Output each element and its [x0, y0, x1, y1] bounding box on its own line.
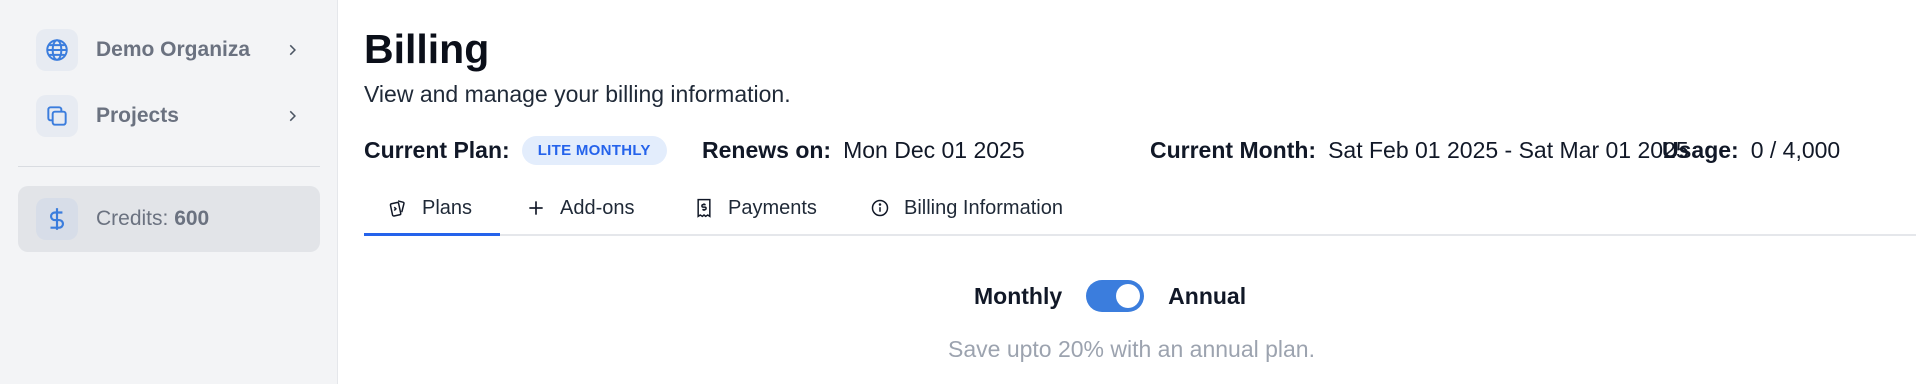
- toggle-label-monthly: Monthly: [974, 282, 1063, 309]
- plan-badge: LITE MONTHLY: [521, 135, 667, 165]
- dollar-icon: [36, 198, 78, 240]
- sidebar-item-projects[interactable]: Projects: [36, 94, 302, 138]
- plan-summary: Current Plan: LITE MONTHLY Renews on: Mo…: [364, 134, 1916, 166]
- current-month: Current Month: Sat Feb 01 2025 - Sat Mar…: [1150, 134, 1689, 166]
- page-title: Billing: [364, 26, 490, 72]
- current-plan-label: Current Plan:: [364, 136, 510, 163]
- current-month-value: Sat Feb 01 2025 - Sat Mar 01 2025: [1328, 136, 1689, 163]
- tab-label: Plans: [422, 196, 473, 219]
- chevron-right-icon: [282, 40, 302, 60]
- usage: Usage: 0 / 4,000: [1662, 134, 1840, 166]
- plus-icon: [529, 201, 543, 215]
- current-plan: Current Plan: LITE MONTHLY: [364, 134, 667, 166]
- copy-icon: [36, 95, 78, 137]
- sidebar-divider: [18, 166, 320, 167]
- receipt-icon: [697, 198, 711, 218]
- tab-label: Payments: [728, 196, 817, 219]
- globe-icon: [36, 29, 78, 71]
- billing-tabs: Plans Add-ons Payments Billing Informati…: [364, 182, 1916, 236]
- info-icon: [871, 199, 889, 217]
- tab-add-ons[interactable]: Add-ons: [526, 182, 635, 234]
- page-subtitle: View and manage your billing information…: [364, 81, 791, 107]
- tab-billing-information[interactable]: Billing Information: [870, 182, 1063, 234]
- billing-period-toggle: Monthly Annual: [974, 278, 1246, 314]
- sidebar-item-label: Demo Organiza: [96, 38, 251, 61]
- credits-text: Credits: 600: [96, 207, 209, 231]
- chevron-right-icon: [282, 106, 302, 126]
- renews-label: Renews on:: [702, 136, 832, 163]
- cards-icon: [389, 200, 405, 217]
- annual-savings-note: Save upto 20% with an annual plan.: [948, 336, 1315, 362]
- sidebar-item-organization[interactable]: Demo Organiza: [36, 28, 302, 72]
- credits-value: 600: [174, 207, 210, 230]
- usage-label: Usage:: [1662, 136, 1739, 163]
- tab-plans[interactable]: Plans: [364, 182, 500, 236]
- credits-label: Credits:: [96, 207, 169, 230]
- main-content: Billing View and manage your billing inf…: [338, 0, 1916, 384]
- sidebar-item-label: Projects: [96, 104, 179, 127]
- tab-label: Add-ons: [560, 196, 635, 219]
- billing-period-switch[interactable]: [1086, 280, 1145, 312]
- tab-label: Billing Information: [904, 196, 1063, 219]
- toggle-label-annual: Annual: [1168, 282, 1247, 309]
- current-month-label: Current Month:: [1150, 136, 1317, 163]
- switch-knob: [1116, 284, 1141, 308]
- tab-payments[interactable]: Payments: [694, 182, 817, 234]
- usage-value: 0 / 4,000: [1750, 136, 1841, 163]
- renews-value: Mon Dec 01 2025: [843, 136, 1025, 163]
- renews-on: Renews on: Mon Dec 01 2025: [702, 134, 1025, 166]
- credits-panel[interactable]: Credits: 600: [18, 186, 320, 252]
- sidebar: Demo Organiza Projects Credits: 600: [0, 0, 338, 384]
